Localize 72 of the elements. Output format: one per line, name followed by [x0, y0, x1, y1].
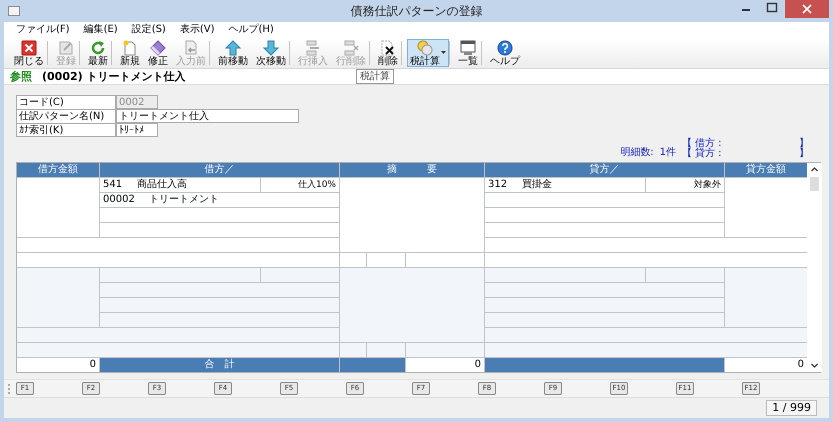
menu-item[interactable]: ファイル(F) — [16, 23, 70, 38]
toolbar-button[interactable]: 一覧 — [455, 39, 481, 67]
new-document-icon — [122, 40, 138, 56]
column-header: 借方／ — [100, 163, 339, 177]
bracket: 】 — [799, 149, 809, 159]
account-name: 商品仕入高 — [137, 178, 187, 192]
record-counter: 1 / 999 — [766, 400, 817, 416]
total-amount: 0 — [406, 358, 484, 372]
down-arrow-icon — [263, 40, 279, 56]
delete-icon — [380, 40, 396, 56]
eraser-icon — [150, 40, 166, 56]
document-icon — [58, 40, 74, 56]
bracket: 【 — [682, 139, 692, 149]
sub-account-name: トリートメント — [148, 193, 219, 207]
toolbar-button[interactable]: 新規 — [117, 39, 143, 67]
input-field[interactable]: ﾄﾘｰﾄﾒ — [116, 123, 158, 137]
table-cell — [340, 253, 366, 267]
side-total-label: 借方 : — [694, 139, 723, 149]
tax-cell: 仕入10% — [261, 178, 339, 192]
dropdown-caret-icon — [441, 51, 446, 54]
menu-item[interactable]: 設定(S) — [132, 23, 166, 38]
toolbar-button[interactable]: 閉じる — [11, 39, 47, 67]
total-amount: 0 — [17, 358, 99, 372]
toolbar-button[interactable]: 前移動 — [215, 39, 251, 67]
toolbar-button[interactable]: 税計算 — [407, 39, 449, 67]
input-field[interactable]: トリートメント仕入 — [116, 109, 299, 123]
detail-count-label: 明細数: — [620, 146, 654, 159]
field-label: コード(C) — [16, 95, 116, 109]
menu-item[interactable]: 編集(E) — [84, 23, 118, 38]
window-icon — [8, 6, 20, 16]
column-header: 摘 要 — [340, 163, 484, 177]
scroll-thumb[interactable] — [810, 177, 819, 191]
refresh-icon — [90, 40, 106, 56]
coins-icon — [417, 40, 433, 56]
sub-account-code: 00002 — [103, 193, 135, 207]
window-icon — [460, 40, 476, 56]
column-header: 貸方／ — [485, 163, 724, 177]
mode-label: 参照 — [10, 69, 32, 84]
toolbar-button[interactable]: ヘルプ — [487, 39, 523, 67]
table-cell — [367, 343, 405, 357]
help-icon — [497, 40, 513, 56]
document-icon — [183, 40, 199, 56]
scrollbar[interactable] — [807, 163, 822, 372]
table-cell — [340, 343, 366, 357]
close-icon[interactable] — [785, 0, 829, 18]
menu-item[interactable]: 表示(V) — [180, 23, 214, 38]
tax-cell: 対象外 — [646, 178, 724, 192]
bracket: 【 — [682, 149, 692, 159]
toolbar-button[interactable]: 削除 — [375, 39, 401, 67]
detail-count: 1件 — [660, 146, 676, 159]
column-header: 貸方金額 — [725, 163, 807, 177]
up-arrow-icon — [225, 40, 241, 56]
tooltip: 税計算 — [356, 69, 394, 84]
account-code: 541 — [103, 178, 123, 192]
toolbar-button[interactable]: 次移動 — [253, 39, 289, 67]
close-icon — [21, 40, 37, 56]
menu-item[interactable]: ヘルプ(H) — [228, 23, 274, 38]
window-title: 債務仕訳パターンの登録 — [350, 2, 482, 20]
table-cell — [367, 253, 405, 267]
table-cell — [340, 358, 405, 372]
toolbar-button[interactable]: 修正 — [145, 39, 171, 67]
account-name: 買掛金 — [522, 178, 552, 192]
toolbar-button[interactable]: 最新 — [85, 39, 111, 67]
side-total-label: 貸方 : — [694, 149, 723, 159]
account-code: 312 — [488, 178, 508, 192]
field-label: ｶﾅ索引(K) — [16, 123, 116, 137]
field-label: 仕訳パターン名(N) — [16, 109, 116, 123]
record-title: (0002) トリートメント仕入 — [42, 69, 186, 84]
total-label: 合 計 — [100, 358, 339, 372]
bracket: 】 — [799, 139, 809, 149]
total-amount: 0 — [725, 358, 807, 372]
column-header: 借方金額 — [17, 163, 99, 177]
